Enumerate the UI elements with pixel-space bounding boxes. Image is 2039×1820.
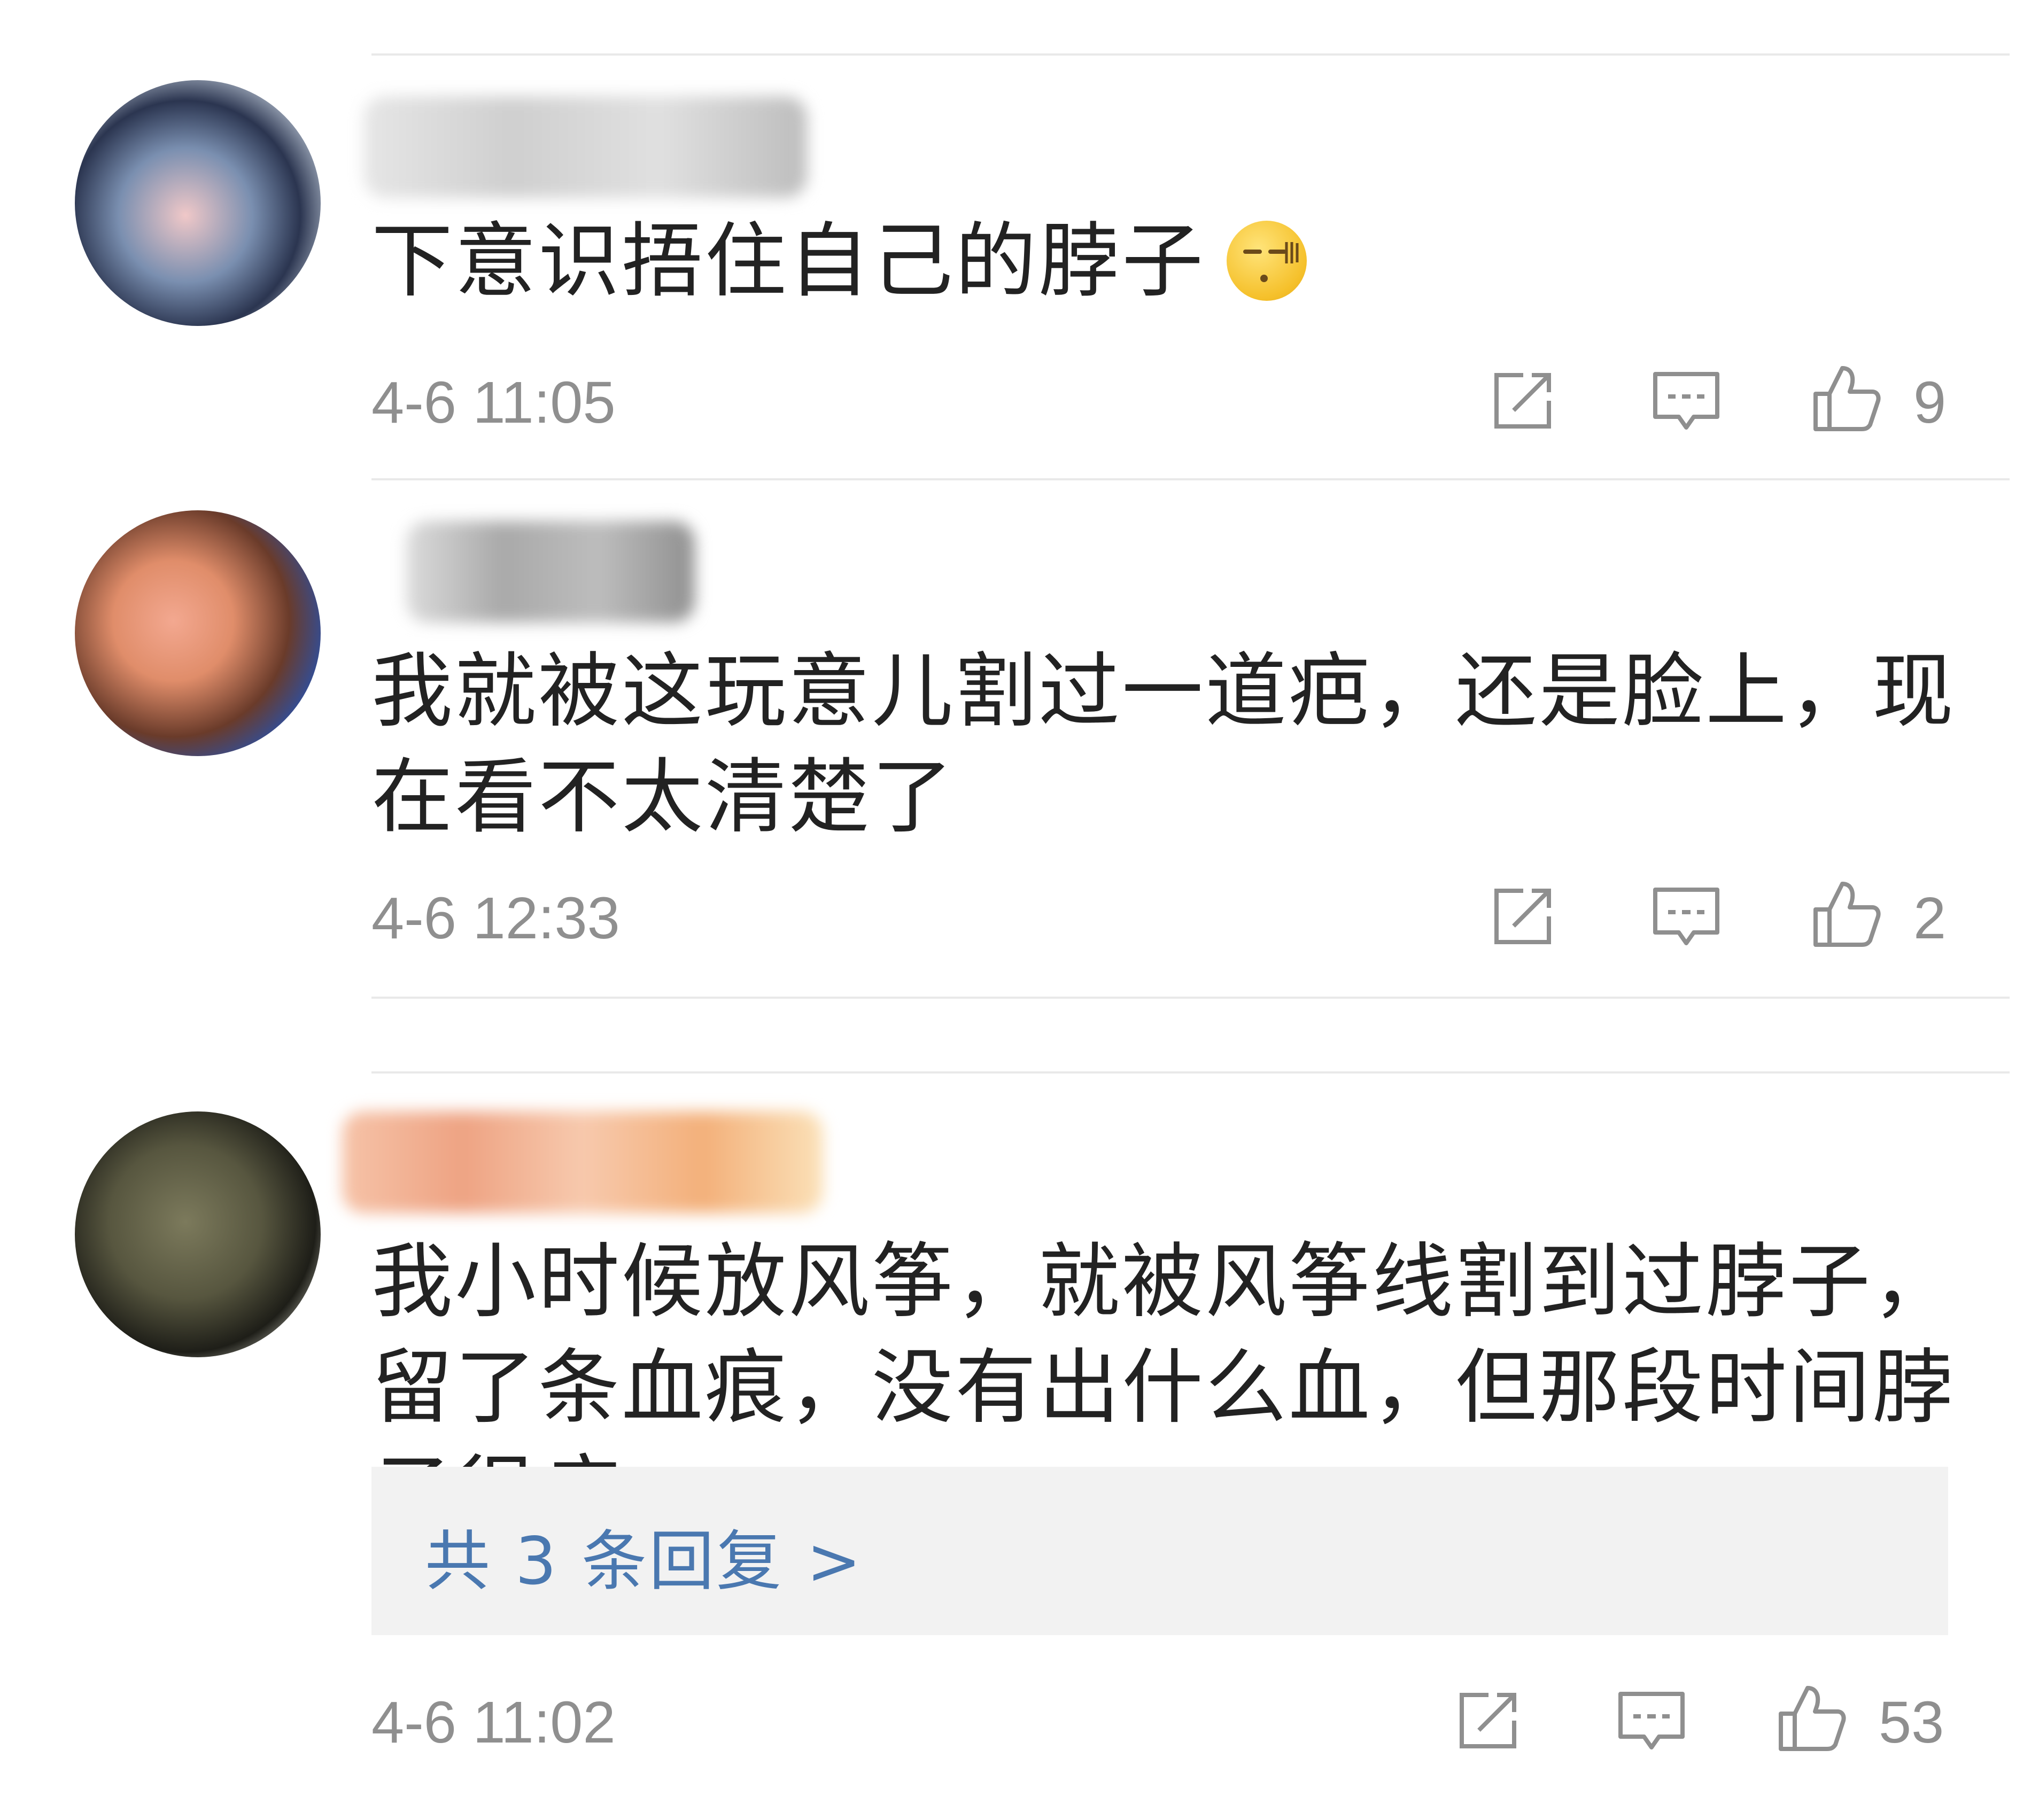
top-divider: [371, 53, 2010, 56]
avatar[interactable]: [75, 510, 321, 756]
comment-icon[interactable]: [1649, 363, 1724, 438]
like-count: 53: [1879, 1690, 1944, 1755]
comment-text: 我就被这玩意儿割过一道疤，还是脸上，现在看不太清楚了: [371, 644, 1956, 844]
thumbs-up-icon[interactable]: [1809, 361, 1884, 435]
comment-time: 4-6 11:05: [371, 370, 616, 435]
username-blurred[interactable]: [406, 521, 695, 623]
reply-summary-box[interactable]: 共 3 条回复 >: [371, 1467, 1948, 1635]
like-count: 9: [1913, 370, 1947, 435]
comment-divider: [371, 1071, 2010, 1074]
avatar[interactable]: [75, 1111, 321, 1357]
thumbs-up-icon[interactable]: [1809, 876, 1884, 951]
username-blurred[interactable]: [363, 96, 807, 198]
comment-body: 下意识捂住自己的脖子: [371, 214, 1205, 308]
view-replies-link[interactable]: 共 3 条回复 >: [425, 1508, 863, 1603]
comment-divider: [371, 997, 2010, 999]
comment-divider: [371, 478, 2010, 480]
comment-time: 4-6 12:33: [371, 885, 620, 951]
comment-icon[interactable]: [1614, 1683, 1689, 1758]
comment-text: 下意识捂住自己的脖子: [371, 208, 1964, 314]
thumbs-up-icon[interactable]: [1774, 1681, 1849, 1755]
like-count: 2: [1913, 885, 1947, 951]
comment-time: 4-6 11:02: [371, 1690, 616, 1755]
smirk-emoji-icon: [1227, 221, 1307, 301]
share-icon[interactable]: [1486, 879, 1561, 954]
share-icon[interactable]: [1451, 1683, 1526, 1758]
avatar[interactable]: [75, 80, 321, 326]
comment-icon[interactable]: [1649, 879, 1724, 954]
username-blurred[interactable]: [342, 1111, 823, 1213]
share-icon[interactable]: [1486, 363, 1561, 438]
